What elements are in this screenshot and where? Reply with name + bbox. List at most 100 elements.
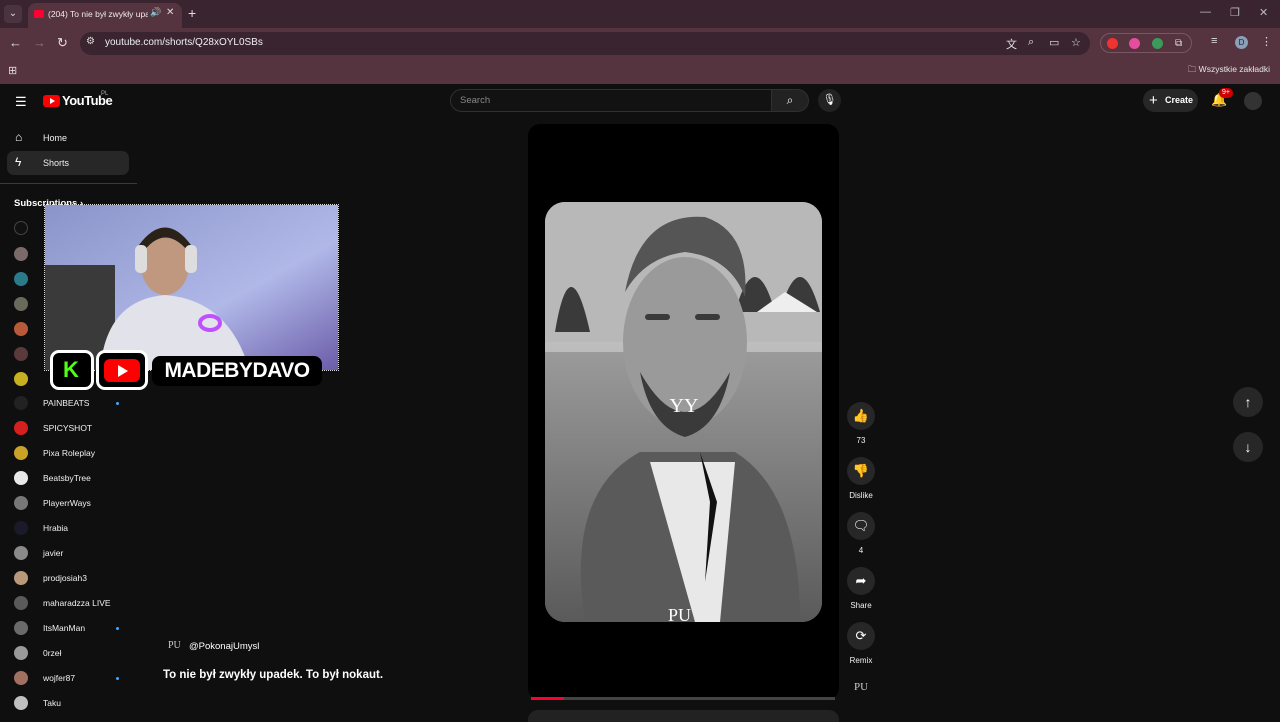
subscription-avatar[interactable]: [14, 347, 28, 361]
subscription-item[interactable]: 0rzeł: [14, 645, 134, 663]
browser-tab-active[interactable]: (204) To nie był zwykły upadek 🔊 ✕: [28, 3, 182, 28]
subscription-item[interactable]: Taku: [14, 695, 134, 713]
channel-avatar: [14, 621, 28, 635]
create-button[interactable]: + Create: [1143, 89, 1198, 112]
extension-red-icon[interactable]: [1107, 38, 1118, 49]
next-short-down-arrow-icon[interactable]: ↓: [1233, 432, 1263, 462]
site-info-icon[interactable]: ⚙: [86, 36, 95, 47]
subscription-name: Taku: [43, 698, 61, 708]
kick-logo-icon: K: [50, 350, 94, 390]
new-tab-plus-icon[interactable]: +: [188, 5, 196, 21]
channel-avatar: [14, 521, 28, 535]
subscription-avatar[interactable]: [14, 322, 28, 336]
tab-close-icon[interactable]: ✕: [166, 7, 174, 18]
subscription-item[interactable]: Pixa Roleplay: [14, 445, 134, 463]
remix-icon[interactable]: ⟳: [847, 622, 875, 650]
url-text[interactable]: youtube.com/shorts/Q28xOYL0SBs: [105, 37, 263, 48]
dislike-action[interactable]: 👎 Dislike: [846, 457, 876, 500]
plus-icon: +: [1149, 92, 1158, 109]
search-input[interactable]: Search: [450, 89, 772, 112]
translate-icon[interactable]: 文: [1006, 36, 1017, 52]
browser-toolbar: ← → ↻ ⚙ youtube.com/shorts/Q28xOYL0SBs 文…: [0, 28, 1280, 58]
tab-title: (204) To nie był zwykły upadek: [48, 9, 148, 19]
hamburger-menu-icon[interactable]: ☰: [15, 94, 27, 110]
subscription-item[interactable]: javier: [14, 545, 134, 563]
subscription-item[interactable]: wojfer87: [14, 670, 134, 688]
forward-arrow-icon[interactable]: →: [33, 35, 46, 50]
subscription-item[interactable]: prodjosiah3: [14, 570, 134, 588]
channel-avatar: [14, 396, 28, 410]
thumbs-down-icon[interactable]: 👎: [847, 457, 875, 485]
channel-avatar: [14, 471, 28, 485]
restore-icon[interactable]: ❐: [1230, 6, 1240, 19]
subscription-item[interactable]: Hrabia: [14, 520, 134, 538]
zoom-icon[interactable]: ⌕: [1028, 36, 1034, 49]
like-count: 73: [856, 436, 866, 445]
subscription-avatar[interactable]: [14, 272, 28, 286]
bookmark-star-icon[interactable]: ☆: [1071, 36, 1081, 49]
subscription-item[interactable]: PlayerrWays: [14, 495, 134, 513]
comment-icon[interactable]: 🗨: [847, 512, 875, 540]
video-progress-bar[interactable]: [531, 697, 835, 700]
media-controls-icon[interactable]: ≡: [1211, 35, 1217, 47]
thumbs-up-icon[interactable]: 👍: [847, 402, 875, 430]
youtube-favicon-icon: [34, 10, 44, 18]
subscription-item[interactable]: PAINBEATS: [14, 395, 134, 413]
apps-grid-icon[interactable]: ⊞: [8, 64, 17, 77]
search-button[interactable]: ⌕: [771, 89, 809, 112]
subscription-name: PAINBEATS: [43, 398, 90, 408]
webcam-image: [45, 205, 338, 370]
browser-menu-icon[interactable]: ⋮: [1261, 35, 1272, 48]
subscription-name: prodjosiah3: [43, 573, 87, 583]
sidebar-divider: [0, 183, 137, 184]
short-title[interactable]: To nie był zwykły upadek. To był nokaut.: [163, 669, 383, 681]
channel-avatar: [14, 496, 28, 510]
speaker-icon[interactable]: 🔊: [150, 7, 161, 18]
notification-count-badge: 9+: [1219, 88, 1233, 98]
remix-action[interactable]: ⟳ Remix: [846, 622, 876, 665]
home-icon: ⌂: [15, 130, 23, 144]
subscription-avatar[interactable]: [14, 221, 28, 235]
youtube-header: ☰ YouTube PL Search ⌕ 🎙 + Create 🔔 9+: [0, 84, 1280, 118]
voice-search-mic-icon[interactable]: 🎙: [818, 89, 841, 112]
subscription-item[interactable]: maharadzza LIVE: [14, 595, 134, 613]
tab-search-dropdown[interactable]: ⌄: [4, 5, 22, 23]
back-arrow-icon[interactable]: ←: [9, 35, 22, 50]
youtube-logo-icon[interactable]: [43, 95, 60, 107]
all-bookmarks-button[interactable]: 🗀 Wszystkie zakładki: [1188, 64, 1270, 78]
profile-avatar[interactable]: D: [1235, 36, 1248, 49]
reload-icon[interactable]: ↻: [57, 35, 68, 51]
like-action[interactable]: 👍 73: [846, 402, 876, 445]
address-bar[interactable]: ⚙ youtube.com/shorts/Q28xOYL0SBs 文 ⌕ ▭ ☆: [80, 32, 1090, 55]
subscription-name: ItsManMan: [43, 623, 86, 633]
extension-ublock-icon[interactable]: [1129, 38, 1140, 49]
subscription-item[interactable]: ItsManMan: [14, 620, 134, 638]
share-label: Share: [850, 601, 872, 610]
sidebar-item-shorts[interactable]: ϟ Shorts: [7, 151, 129, 175]
extension-green-icon[interactable]: [1152, 38, 1163, 49]
subscription-avatar[interactable]: [14, 297, 28, 311]
streamer-webcam-overlay: [44, 204, 339, 371]
share-arrow-icon[interactable]: ➦: [847, 567, 875, 595]
subscription-name: 0rzeł: [43, 648, 62, 658]
share-action[interactable]: ➦ Share: [846, 567, 876, 610]
cast-icon[interactable]: ▭: [1049, 36, 1059, 49]
next-short-preview[interactable]: [528, 710, 839, 722]
subscription-avatar[interactable]: [14, 372, 28, 386]
subscription-avatar[interactable]: [14, 247, 28, 261]
channel-handle[interactable]: @PokonajUmysl: [189, 641, 259, 652]
channel-logo-icon[interactable]: PU: [168, 640, 181, 651]
account-avatar[interactable]: [1244, 92, 1262, 110]
previous-short-up-arrow-icon[interactable]: ↑: [1233, 387, 1263, 417]
window-close-icon[interactable]: ✕: [1259, 6, 1268, 19]
comments-count: 4: [858, 546, 864, 555]
subscription-item[interactable]: BeatsbyTree: [14, 470, 134, 488]
minimize-icon[interactable]: —: [1200, 6, 1211, 18]
channel-avatar[interactable]: PU: [851, 681, 871, 695]
subscription-item[interactable]: SPICYSHOT: [14, 420, 134, 438]
sidebar-item-home[interactable]: ⌂ Home: [7, 126, 129, 150]
extensions-puzzle-icon[interactable]: ⧉: [1175, 38, 1186, 49]
subscription-name: Hrabia: [43, 523, 69, 533]
comments-action[interactable]: 🗨 4: [846, 512, 876, 555]
subscription-name: SPICYSHOT: [43, 423, 93, 433]
